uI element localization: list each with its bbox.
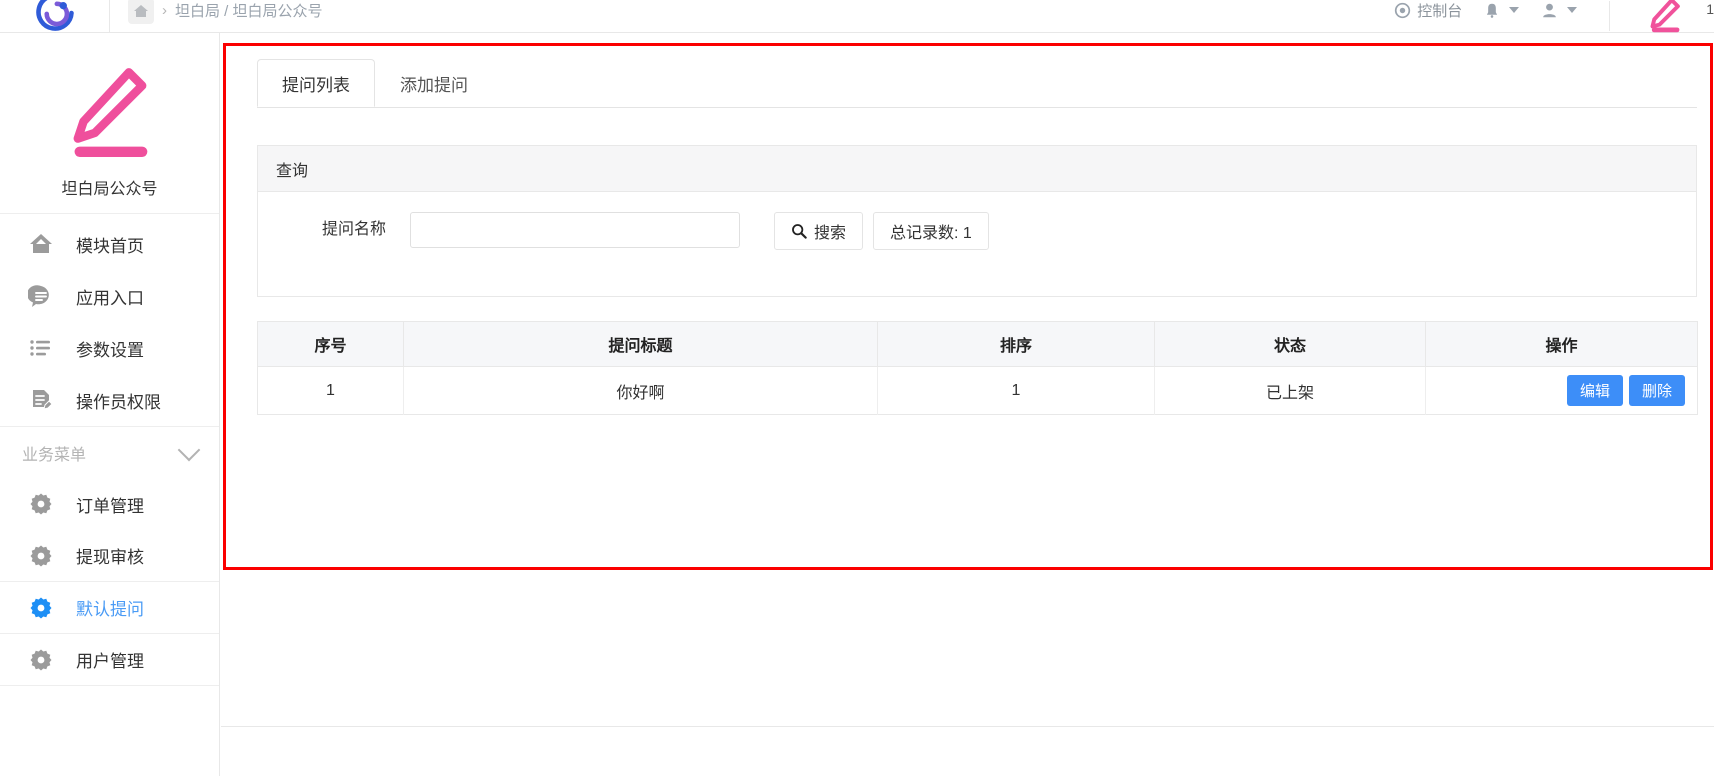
column-header-title: 提问标题	[403, 321, 878, 367]
sidebar-item-label: 参数设置	[76, 340, 144, 360]
list-settings-icon	[30, 340, 50, 356]
sidebar-item-app-entry[interactable]: 应用入口	[0, 270, 219, 322]
sidebar-item-order-management[interactable]: 订单管理	[0, 478, 219, 530]
tab-add-question[interactable]: 添加提问	[375, 59, 493, 107]
search-button-label: 搜索	[814, 225, 847, 242]
tab-question-list[interactable]: 提问列表	[257, 59, 375, 107]
chevron-down-icon	[1567, 7, 1578, 13]
sidebar-item-label: 订单管理	[76, 496, 144, 516]
column-header-index: 序号	[257, 321, 404, 367]
tab-label: 添加提问	[400, 76, 468, 95]
document-edit-icon	[33, 390, 53, 410]
questions-table: 序号 提问标题 排序 状态 操作 1 你好啊 1 已上架 编辑 删除	[257, 321, 1698, 415]
sidebar-item-withdraw-review[interactable]: 提现审核	[0, 530, 219, 582]
sidebar-item-module-home[interactable]: 模块首页	[0, 218, 219, 270]
cell-index: 1	[257, 366, 404, 415]
top-header: › 坦白局 / 坦白局公众号 控制台 1	[0, 0, 1714, 33]
sidebar-item-label: 提现审核	[76, 548, 144, 567]
table-row: 1 你好啊 1 已上架 编辑 删除	[257, 366, 1698, 415]
sidebar-item-label: 模块首页	[76, 236, 144, 256]
tabs-underline	[257, 107, 1697, 108]
console-label: 控制台	[1417, 2, 1463, 20]
chat-bubble-icon	[28, 285, 49, 307]
breadcrumb-path: 坦白局 / 坦白局公众号	[175, 2, 323, 20]
pencil-icon[interactable]	[1642, 0, 1684, 36]
header-actions: 控制台 1	[1394, 0, 1714, 33]
home-icon	[30, 234, 52, 253]
question-name-label: 提问名称	[322, 221, 387, 238]
sidebar-item-label: 用户管理	[76, 652, 144, 671]
gear-icon	[30, 545, 52, 566]
notifications-button[interactable]	[1484, 2, 1520, 19]
sidebar-brand-name: 坦白局公众号	[61, 181, 158, 198]
sidebar-item-operator-perms[interactable]: 操作员权限	[0, 374, 219, 426]
sidebar-group-business-menu[interactable]: 业务菜单	[0, 426, 219, 478]
header-edge-text: 1	[1706, 1, 1714, 17]
column-header-status: 状态	[1154, 321, 1426, 367]
pencil-underline-icon	[73, 68, 147, 157]
gear-icon	[30, 493, 52, 515]
content-bottom-divider	[221, 726, 1714, 727]
sidebar-nav: 模块首页 应用入口 参数设置 操作员权限 业务菜单 订单管理 提现审核 默认提问…	[0, 214, 219, 686]
query-panel: 查询 提问名称 搜索 总记录数: 1	[257, 145, 1697, 297]
sidebar-item-user-management[interactable]: 用户管理	[0, 634, 219, 686]
cell-status: 已上架	[1154, 366, 1426, 415]
sidebar: 坦白局公众号 模块首页 应用入口 参数设置 操作员权限 业务菜单 订单管理 提现…	[0, 33, 220, 776]
user-menu-button[interactable]	[1541, 2, 1578, 19]
cell-actions: 编辑 删除	[1425, 366, 1698, 415]
sidebar-item-label: 操作员权限	[76, 392, 161, 412]
console-button[interactable]: 控制台	[1394, 0, 1462, 21]
query-form: 提问名称 搜索 总记录数: 1	[258, 192, 1696, 296]
highlight-outline	[223, 43, 1713, 570]
delete-button[interactable]: 删除	[1628, 375, 1685, 406]
tab-label: 提问列表	[282, 75, 350, 95]
breadcrumb-separator: ›	[162, 1, 167, 19]
user-icon	[1543, 3, 1557, 17]
app-logo[interactable]	[0, 0, 110, 33]
sidebar-brand: 坦白局公众号	[0, 33, 219, 214]
column-header-sort: 排序	[877, 321, 1155, 367]
header-divider	[1609, 1, 1611, 31]
breadcrumb: › 坦白局 / 坦白局公众号	[110, 0, 323, 33]
query-panel-title: 查询	[258, 146, 1696, 192]
home-icon[interactable]	[128, 0, 154, 24]
total-records-label: 总记录数: 1	[890, 225, 972, 242]
main-content: 提问列表 添加提问 查询 提问名称 搜索 总记录数: 1 序号 提问标题 排序 …	[221, 33, 1714, 776]
search-button[interactable]: 搜索	[774, 212, 864, 250]
sidebar-item-params[interactable]: 参数设置	[0, 322, 219, 374]
total-records-button[interactable]: 总记录数: 1	[873, 212, 989, 250]
edit-button[interactable]: 编辑	[1566, 375, 1623, 406]
sidebar-group-title: 业务菜单	[22, 446, 87, 464]
cell-title: 你好啊	[403, 366, 878, 415]
spiral-logo-icon	[35, 0, 74, 31]
sidebar-item-label: 默认提问	[76, 600, 144, 619]
sidebar-item-default-questions[interactable]: 默认提问	[0, 582, 219, 634]
chevron-down-icon	[1509, 7, 1520, 13]
tab-bar: 提问列表 添加提问	[257, 59, 493, 107]
bell-icon	[1487, 3, 1498, 18]
search-icon	[792, 224, 807, 239]
sidebar-item-label: 应用入口	[76, 288, 144, 308]
gear-icon	[30, 597, 52, 618]
chevron-down-icon	[177, 438, 201, 461]
gear-icon	[30, 649, 52, 670]
target-icon	[1395, 2, 1411, 18]
cell-sort: 1	[877, 366, 1155, 415]
column-header-actions: 操作	[1425, 321, 1698, 367]
table-header-row: 序号 提问标题 排序 状态 操作	[257, 321, 1698, 367]
question-name-input[interactable]	[410, 212, 741, 248]
